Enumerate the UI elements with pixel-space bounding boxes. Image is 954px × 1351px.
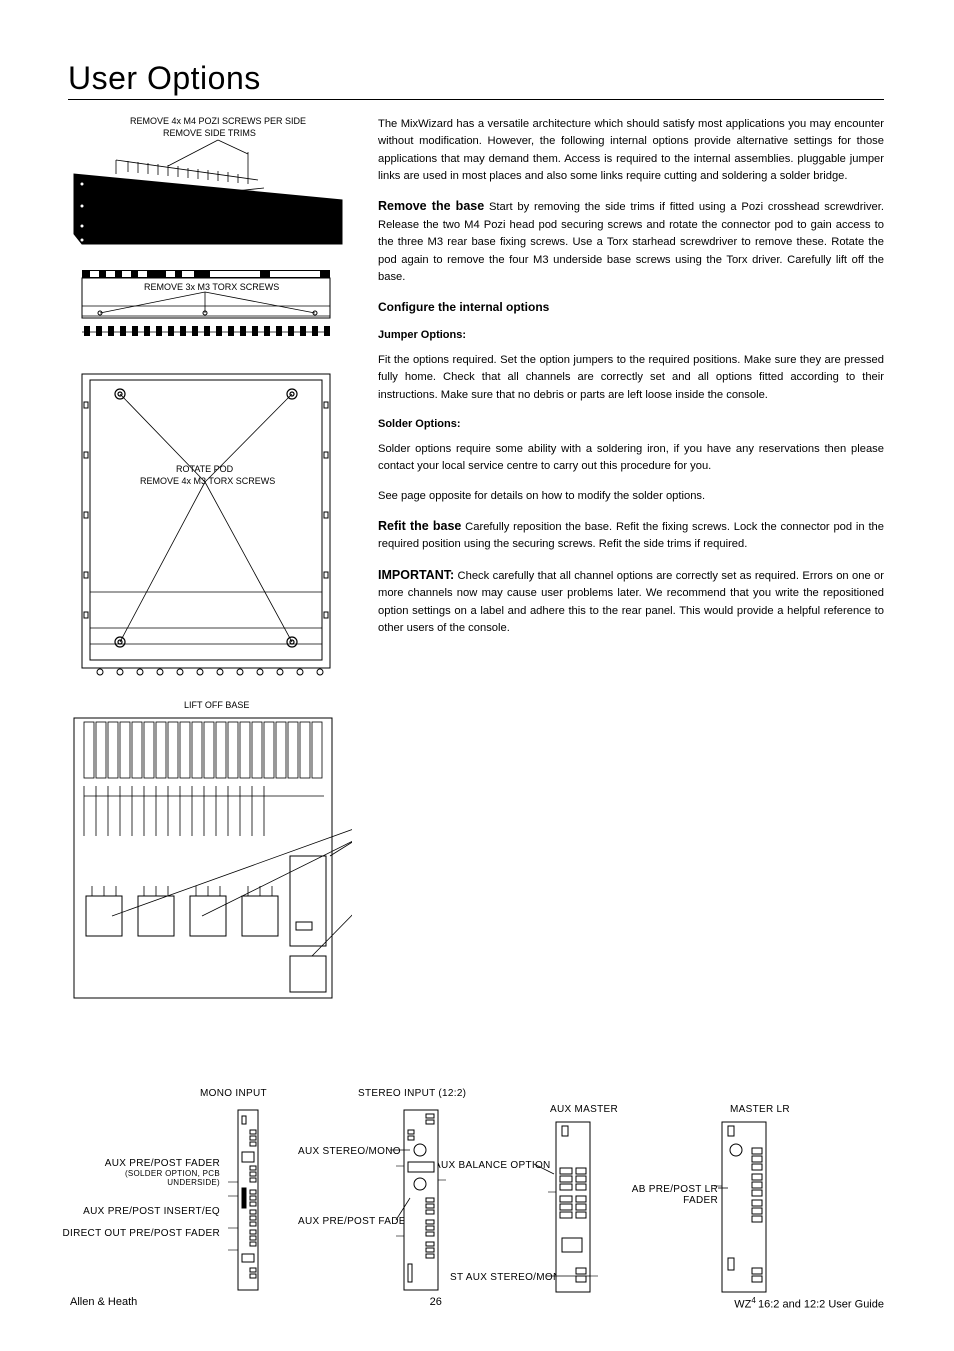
pcb-stereo [396,1106,446,1299]
heading-configure: Configure the internal options [378,298,884,317]
diagram-lift-base: LIFT OFF BASE [68,700,348,1010]
diagram-torx-rear: REMOVE 3x M3 TORX SCREWS [68,268,348,358]
lead-remove-base: Remove the base [378,199,484,213]
paragraph-jumper: Fit the options required. Set the option… [378,352,884,404]
pcb-mono [228,1106,268,1299]
page-footer: Allen & Heath 26 WZ4 16:2 and 12:2 User … [70,1296,884,1311]
diagram-column: REMOVE 4x M4 POZI SCREWS PER SIDE REMOVE… [68,116,348,1024]
lead-refit: Refit the base [378,519,461,533]
footer-guide-title: WZ4 16:2 and 12:2 User Guide [734,1296,884,1311]
heading-solder: Solder Options: [378,416,884,433]
label-aux-stereo-mono: AUX STEREO/MONO [298,1146,401,1157]
text-remove-base: Start by removing the side trims if fitt… [378,201,884,282]
lead-important: IMPORTANT: [378,568,454,582]
text-column: The MixWizard has a versatile architectu… [378,116,884,1024]
label-mono-input: MONO INPUT [200,1088,267,1099]
label-aux-pre-post-fader-left: AUX PRE/POST FADER [80,1158,220,1169]
label-remove-m4-pozi: REMOVE M4 POZI SCREW PER SIDE [122,198,280,208]
paragraph-remove-base: Remove the base Start by removing the si… [378,197,884,286]
label-lift-off-base: LIFT OFF BASE [184,700,249,710]
label-solder-note: (SOLDER OPTION, PCB UNDERSIDE) [80,1170,220,1188]
label-stereo-input: STEREO INPUT (12:2) [358,1088,466,1099]
label-master-lr: MASTER LR [730,1104,790,1115]
diagram-remove-trims: REMOVE 4x M4 POZI SCREWS PER SIDE REMOVE… [68,116,348,254]
label-remove-3x-torx: REMOVE 3x M3 TORX SCREWS [144,282,279,292]
text-important: Check carefully that all channel options… [378,570,884,634]
paragraph-important: IMPORTANT: Check carefully that all chan… [378,566,884,637]
label-aux-pre-post-insert: AUX PRE/POST INSERT/EQ [50,1206,220,1217]
paragraph-see-opposite: See page opposite for details on how to … [378,488,884,505]
label-ab-pre-post-lr: AB PRE/POST LR FADER [596,1184,718,1206]
footer-brand: Allen & Heath [70,1296,137,1311]
label-rotate-pod-1: ROTATE POD [122,216,179,226]
label-remove-4x-torx: REMOVE 4x M3 TORX SCREWS [140,476,275,486]
paragraph-solder: Solder options require some ability with… [378,441,884,476]
paragraph-intro: The MixWizard has a versatile architectu… [378,116,884,185]
paragraph-refit: Refit the base Carefully reposition the … [378,517,884,554]
label-direct-out: DIRECT OUT PRE/POST FADER [50,1228,220,1239]
content-columns: REMOVE 4x M4 POZI SCREWS PER SIDE REMOVE… [68,116,884,1024]
pcb-master-lr [714,1118,774,1301]
label-rotate-pod-2: ROTATE POD [176,464,233,474]
footer-page-number: 26 [430,1296,442,1311]
diagram-underside: ROTATE POD REMOVE 4x M3 TORX SCREWS [68,372,348,682]
label-aux-balance: AUX BALANCE OPTION [434,1160,551,1171]
label-aux-master: AUX MASTER [550,1104,618,1115]
heading-jumper: Jumper Options: [378,327,884,344]
pcb-diagrams: MONO INPUT STEREO INPUT (12:2) AUX MASTE… [50,1088,904,1308]
page-title: User Options [68,60,884,100]
pcb-aux-master [548,1118,598,1301]
